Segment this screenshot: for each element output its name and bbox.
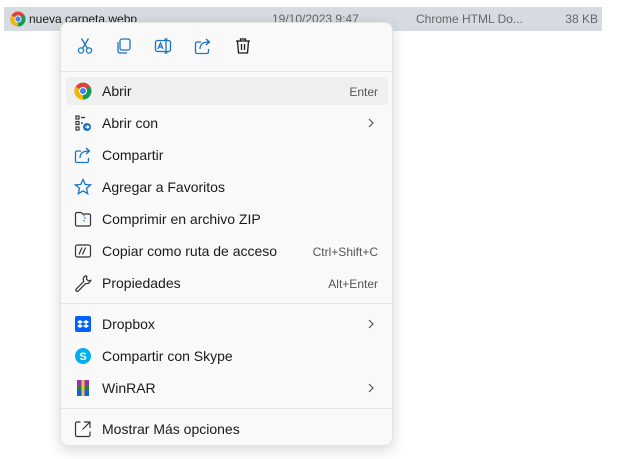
menu-item-label: Agregar a Favoritos bbox=[102, 179, 225, 195]
skype-icon: S bbox=[74, 347, 92, 365]
menu-item-label: WinRAR bbox=[102, 380, 156, 396]
svg-text:S: S bbox=[79, 351, 86, 363]
menu-item-shortcut: Ctrl+Shift+C bbox=[312, 245, 378, 259]
file-type: Chrome HTML Do... bbox=[416, 12, 523, 26]
menu-item-label: Compartir bbox=[102, 147, 164, 163]
rename-button[interactable] bbox=[150, 36, 176, 60]
winrar-icon bbox=[74, 379, 92, 397]
path-icon bbox=[74, 242, 92, 260]
chevron-right-icon bbox=[366, 116, 376, 134]
separator bbox=[61, 408, 392, 409]
menu-item-label: Mostrar Más opciones bbox=[102, 421, 240, 437]
separator bbox=[61, 71, 392, 72]
chevron-right-icon bbox=[366, 317, 376, 335]
delete-icon bbox=[234, 37, 252, 60]
cut-button[interactable] bbox=[72, 36, 98, 60]
share-icon bbox=[194, 37, 212, 60]
menu-item-abrir[interactable]: Abrir Enter bbox=[66, 77, 388, 105]
menu-item-copiar-ruta[interactable]: Copiar como ruta de acceso Ctrl+Shift+C bbox=[66, 237, 388, 265]
zip-icon bbox=[74, 210, 92, 228]
menu-toolbar bbox=[61, 23, 392, 71]
menu-item-label: Dropbox bbox=[102, 316, 155, 332]
menu-item-label: Compartir con Skype bbox=[102, 348, 233, 364]
file-size: 38 KB bbox=[565, 12, 598, 26]
delete-button[interactable] bbox=[230, 36, 256, 60]
wrench-icon bbox=[74, 274, 92, 292]
menu-item-agregar-favoritos[interactable]: Agregar a Favoritos bbox=[66, 173, 388, 201]
menu-item-dropbox[interactable]: Dropbox bbox=[66, 310, 388, 338]
menu-item-compartir[interactable]: Compartir bbox=[66, 141, 388, 169]
dropbox-icon bbox=[74, 315, 92, 333]
menu-item-mostrar-mas-opciones[interactable]: Mostrar Más opciones bbox=[66, 415, 388, 443]
context-menu: Abrir Enter Abrir con Compartir Agregar … bbox=[60, 22, 393, 446]
open-with-icon bbox=[74, 114, 92, 132]
menu-item-label: Abrir bbox=[102, 83, 132, 99]
menu-item-propiedades[interactable]: Propiedades Alt+Enter bbox=[66, 269, 388, 297]
menu-item-label: Propiedades bbox=[102, 275, 181, 291]
chrome-icon bbox=[74, 82, 92, 100]
star-icon bbox=[73, 177, 93, 196]
menu-item-abrir-con[interactable]: Abrir con bbox=[66, 109, 388, 137]
chrome-file-icon bbox=[10, 11, 26, 30]
copy-button[interactable] bbox=[111, 36, 137, 60]
cut-icon bbox=[76, 37, 94, 60]
menu-item-label: Copiar como ruta de acceso bbox=[102, 243, 278, 259]
menu-item-shortcut: Alt+Enter bbox=[328, 277, 378, 291]
menu-item-compartir-skype[interactable]: S Compartir con Skype bbox=[66, 342, 388, 370]
share-button[interactable] bbox=[190, 36, 216, 60]
menu-item-label: Comprimir en archivo ZIP bbox=[102, 211, 261, 227]
separator bbox=[61, 303, 392, 304]
rename-icon bbox=[154, 37, 172, 60]
menu-item-label: Abrir con bbox=[102, 115, 159, 131]
menu-item-comprimir-zip[interactable]: Comprimir en archivo ZIP bbox=[66, 205, 388, 233]
copy-icon bbox=[115, 37, 133, 60]
menu-item-shortcut: Enter bbox=[349, 85, 378, 99]
explorer-window: nueva carpeta.webp 19/10/2023 9:47 Chrom… bbox=[0, 0, 620, 459]
share-icon bbox=[74, 146, 92, 164]
more-options-icon bbox=[74, 420, 92, 438]
chevron-right-icon bbox=[366, 381, 376, 399]
menu-item-winrar[interactable]: WinRAR bbox=[66, 374, 388, 402]
